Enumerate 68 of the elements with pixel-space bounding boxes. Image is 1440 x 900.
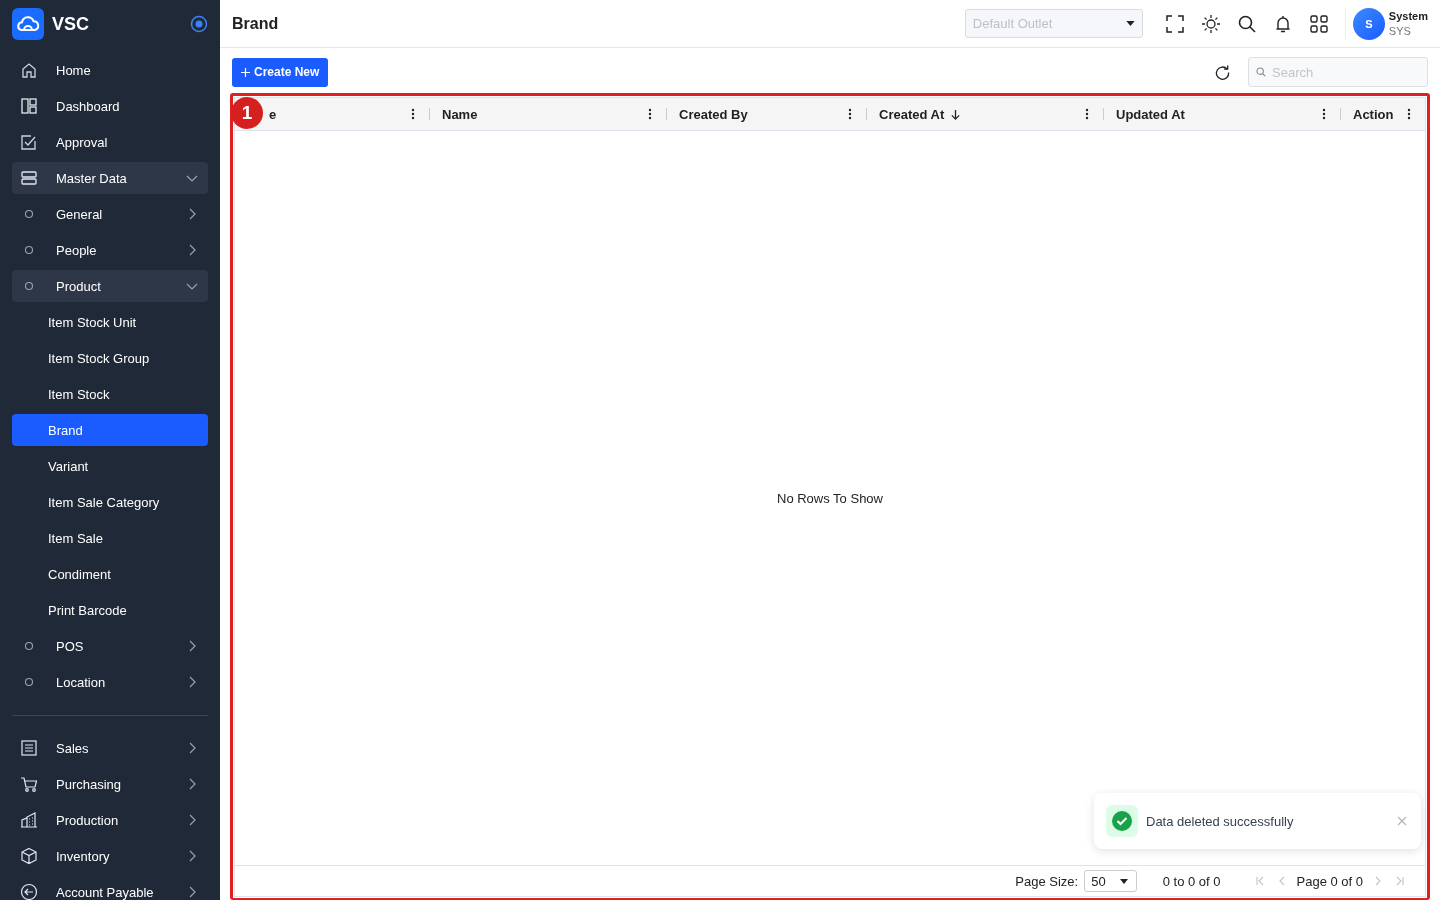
- sidebar-item[interactable]: Inventory: [12, 840, 208, 872]
- row-range: 0 to 0 of 0: [1162, 873, 1221, 889]
- cloud-logo-icon: [12, 8, 44, 40]
- sidebar-item[interactable]: Sales: [12, 732, 208, 764]
- sidebar-item[interactable]: Variant: [12, 450, 208, 482]
- column-menu-icon[interactable]: [1407, 108, 1411, 120]
- sidebar-item[interactable]: Item Sale Category: [12, 486, 208, 518]
- apps-icon[interactable]: [1308, 13, 1329, 34]
- fullscreen-icon[interactable]: [1164, 13, 1185, 34]
- sidebar-item[interactable]: POS: [12, 630, 208, 662]
- sidebar-item[interactable]: Approval: [12, 126, 208, 158]
- sidebar-item[interactable]: Dashboard: [12, 90, 208, 122]
- building-icon: [20, 811, 38, 829]
- sidebar-item[interactable]: Brand: [12, 414, 208, 446]
- column-menu-icon[interactable]: [848, 108, 852, 120]
- sidebar-item[interactable]: Account Payable: [12, 876, 208, 900]
- column-menu-icon[interactable]: [648, 108, 652, 120]
- user-name: System: [1388, 8, 1428, 24]
- radio-icon[interactable]: [190, 15, 208, 33]
- caret-icon: [1119, 878, 1128, 884]
- column-header[interactable]: Name: [442, 106, 478, 122]
- sidebar-item[interactable]: General: [12, 198, 208, 230]
- sidebar-item[interactable]: Item Stock Group: [12, 342, 208, 374]
- box-icon: [20, 847, 38, 865]
- page-indicator: Page 0 of 0: [1296, 873, 1363, 889]
- column-header[interactable]: Updated At: [1116, 106, 1185, 122]
- dashboard-icon: [20, 97, 38, 115]
- page-size-label: Page Size:: [1015, 873, 1079, 889]
- sidebar-item[interactable]: Home: [12, 54, 208, 86]
- column-header[interactable]: e: [269, 106, 277, 122]
- sidebar-item[interactable]: Product: [12, 270, 208, 302]
- user-code: SYS: [1388, 23, 1412, 39]
- sidebar-item[interactable]: Condiment: [12, 558, 208, 590]
- column-header[interactable]: Action: [1353, 106, 1394, 122]
- sidebar-item[interactable]: Print Barcode: [12, 594, 208, 626]
- sidebar-item[interactable]: Item Sale: [12, 522, 208, 554]
- column-menu-icon[interactable]: [1085, 108, 1089, 120]
- empty-message: No Rows To Show: [777, 490, 883, 506]
- home-icon: [20, 61, 38, 79]
- checkbox-icon: [20, 133, 38, 151]
- search-icon: [1256, 67, 1266, 77]
- server-icon: [20, 169, 38, 187]
- sidebar-item[interactable]: Master Data: [12, 162, 208, 194]
- sidebar-item[interactable]: Location: [12, 666, 208, 698]
- plus-icon: [241, 67, 250, 77]
- sidebar-item[interactable]: Item Stock Unit: [12, 306, 208, 338]
- avatar[interactable]: S: [1352, 7, 1385, 40]
- sidebar-item[interactable]: Item Stock: [12, 378, 208, 410]
- column-menu-icon[interactable]: [411, 108, 415, 120]
- column-header[interactable]: Created By: [679, 106, 748, 122]
- sidebar-item[interactable]: Production: [12, 804, 208, 836]
- caret-icon: [1125, 21, 1135, 26]
- sidebar-item[interactable]: People: [12, 234, 208, 266]
- toast-message: Data deleted successfully: [1146, 813, 1295, 829]
- app-name: VSC: [52, 13, 90, 35]
- column-header[interactable]: Created At: [879, 106, 945, 122]
- list-icon: [20, 739, 38, 757]
- sidebar-item[interactable]: Purchasing: [12, 768, 208, 800]
- refresh-icon[interactable]: [1214, 63, 1231, 81]
- search-icon[interactable]: [1236, 13, 1257, 34]
- page-size-select[interactable]: 50: [1084, 870, 1137, 892]
- annotation-badge: 1: [231, 97, 263, 129]
- search-field[interactable]: Search: [1248, 57, 1428, 87]
- create-new-button[interactable]: Create New: [232, 57, 329, 87]
- column-menu-icon[interactable]: [1322, 108, 1326, 120]
- cart-icon: [20, 775, 38, 793]
- page-title: Brand: [232, 14, 280, 33]
- sun-icon[interactable]: [1200, 13, 1221, 34]
